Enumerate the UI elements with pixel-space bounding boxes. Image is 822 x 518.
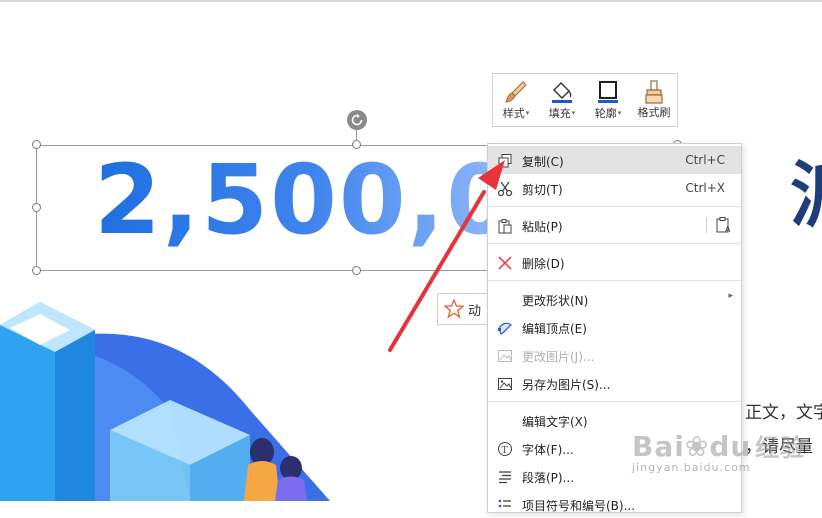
menu-item-label: 删除(D) — [522, 257, 565, 271]
resize-handle-bottom-left[interactable] — [32, 266, 41, 275]
submenu-arrow-icon: ▸ — [728, 291, 733, 301]
watermark-brand-cn: 经验 — [755, 434, 806, 462]
outline-tool-button[interactable]: 轮廓▾ — [586, 78, 630, 121]
scissors-icon — [496, 180, 513, 197]
format-painter-icon — [641, 78, 667, 106]
paragraph-icon — [496, 468, 513, 485]
animation-button-label: 动 — [468, 303, 482, 319]
mini-format-toolbar: 样式▾ 填充▾ 轮廓▾ 格式刷 — [492, 73, 678, 127]
outline-tool-label: 轮廓 — [594, 107, 617, 120]
resize-handle-left[interactable] — [32, 203, 41, 212]
menu-item-shortcut: Ctrl+X — [685, 181, 725, 195]
menu-item-label: 编辑顶点(E) — [522, 322, 587, 336]
menu-item-delete[interactable]: 删除(D) — [488, 248, 741, 276]
bullets-icon — [496, 496, 513, 513]
menu-item-change-shape[interactable]: 更改形状(N) ▸ — [488, 285, 741, 313]
menu-item-change-picture: 更改图片(J)... — [488, 341, 741, 369]
menu-item-label: 项目符号和编号(B)... — [522, 499, 636, 513]
isometric-building-illustration — [0, 302, 330, 501]
svg-text:T: T — [501, 446, 507, 456]
paw-icon: ❀ — [684, 430, 710, 463]
star-sparkle-icon — [444, 299, 464, 319]
menu-item-label: 更改形状(N) — [522, 294, 589, 308]
watermark-brand-tail: du — [709, 430, 752, 463]
svg-text:A: A — [725, 225, 731, 234]
menu-separator — [488, 401, 741, 402]
fill-bucket-icon — [549, 78, 575, 106]
paste-text-only-icon[interactable]: A — [715, 216, 733, 234]
style-tool-button[interactable]: 样式▾ — [494, 78, 538, 121]
fill-tool-label: 填充 — [548, 107, 571, 120]
menu-item-label: 复制(C) — [522, 155, 564, 169]
format-painter-label: 格式刷 — [637, 106, 671, 119]
window-top-border — [0, 0, 822, 2]
menu-item-paste[interactable]: 粘贴(P) A — [488, 211, 741, 239]
menu-item-edit-vertex[interactable]: 编辑顶点(E) — [488, 313, 741, 341]
menu-item-cut[interactable]: 剪切(T) Ctrl+X — [488, 174, 741, 202]
menu-separator — [488, 243, 741, 244]
menu-item-label: 更改图片(J)... — [522, 350, 595, 364]
menu-item-label: 剪切(T) — [522, 183, 563, 197]
change-picture-icon — [496, 347, 513, 364]
resize-handle-top[interactable] — [352, 140, 361, 149]
big-number-text[interactable]: 2,500,0 — [94, 140, 490, 260]
paste-icon — [496, 217, 513, 234]
menu-item-label: 另存为图片(S)... — [522, 378, 611, 392]
slide-heading-partial: 派 — [790, 150, 822, 240]
resize-handle-bottom[interactable] — [352, 266, 361, 275]
menu-item-label: 编辑文字(X) — [522, 415, 588, 429]
brush-style-icon — [503, 78, 529, 106]
menu-item-label: 粘贴(P) — [522, 220, 563, 234]
resize-handle-top-left[interactable] — [32, 140, 41, 149]
menu-item-label: 段落(P)... — [522, 471, 575, 485]
fill-tool-button[interactable]: 填充▾ — [540, 78, 584, 121]
delete-x-icon — [496, 254, 513, 271]
paste-split-divider — [706, 217, 707, 233]
rotate-handle-icon[interactable] — [347, 110, 367, 130]
edit-vertex-icon — [496, 319, 513, 336]
outline-box-icon — [595, 78, 621, 106]
watermark-brand: Bai — [632, 430, 685, 463]
menu-item-copy[interactable]: 复制(C) Ctrl+C — [488, 146, 741, 174]
slide-paragraph-line1: 正文，文字 — [745, 403, 822, 423]
menu-separator — [488, 280, 741, 281]
copy-icon — [496, 152, 513, 169]
format-painter-button[interactable]: 格式刷 — [632, 78, 676, 120]
menu-item-shortcut: Ctrl+C — [685, 153, 725, 167]
baidu-jingyan-watermark: Bai❀du 经验 jingyan.baidu.com — [632, 428, 805, 474]
menu-item-label: 字体(F)... — [522, 443, 574, 457]
menu-separator — [488, 206, 741, 207]
font-icon: T — [496, 440, 513, 457]
save-picture-icon — [496, 375, 513, 392]
menu-item-bullets[interactable]: 项目符号和编号(B)... — [488, 490, 741, 518]
menu-item-save-as-picture[interactable]: 另存为图片(S)... — [488, 369, 741, 397]
style-tool-label: 样式 — [502, 107, 525, 120]
